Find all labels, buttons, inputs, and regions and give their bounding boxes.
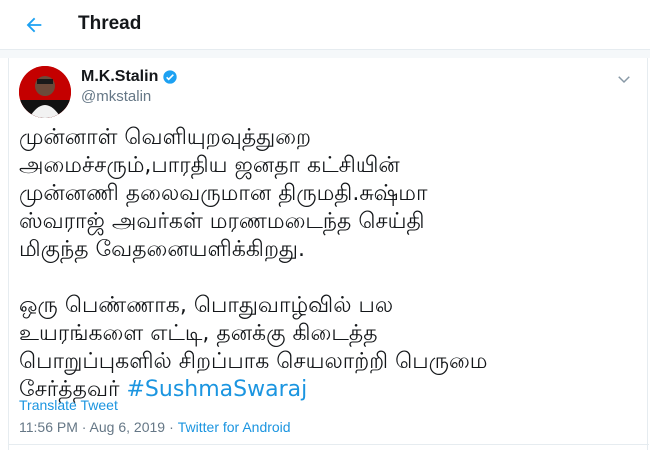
author-name-row: M.K.Stalin bbox=[81, 68, 178, 86]
hashtag-link[interactable]: #SushmaSwaraj bbox=[127, 377, 308, 402]
author-display-name[interactable]: M.K.Stalin bbox=[81, 68, 158, 86]
translate-tweet-link[interactable]: Translate Tweet bbox=[19, 397, 118, 413]
thread-header: Thread bbox=[0, 0, 650, 50]
tweet-bottom-divider bbox=[9, 444, 649, 445]
tweet-paragraph-1: முன்னாள் வெளியுறவுத்துறை அமைச்சரும்,பாரத… bbox=[19, 125, 428, 262]
tweet-menu-button[interactable] bbox=[615, 70, 633, 88]
header-divider bbox=[0, 50, 650, 58]
tweet-source-link[interactable]: Twitter for Android bbox=[178, 419, 291, 435]
tweet-text: முன்னாள் வெளியுறவுத்துறை அமைச்சரும்,பாரத… bbox=[19, 124, 639, 404]
meta-separator: · bbox=[169, 419, 174, 435]
page-title: Thread bbox=[78, 13, 142, 34]
tweet-meta: 11:56 PM · Aug 6, 2019 · Twitter for And… bbox=[19, 419, 291, 435]
back-button[interactable] bbox=[20, 11, 48, 39]
avatar[interactable] bbox=[19, 66, 71, 118]
verified-badge-icon bbox=[163, 70, 178, 84]
arrow-left-icon bbox=[26, 17, 42, 33]
tweet-card: M.K.Stalin @mkstalin முன்னாள் வெளியுறவுத… bbox=[8, 58, 649, 450]
avatar-image bbox=[19, 66, 71, 118]
tweet-timestamp[interactable]: 11:56 PM · Aug 6, 2019 bbox=[19, 419, 165, 435]
author-handle[interactable]: @mkstalin bbox=[81, 88, 151, 105]
chevron-down-icon bbox=[618, 76, 630, 84]
